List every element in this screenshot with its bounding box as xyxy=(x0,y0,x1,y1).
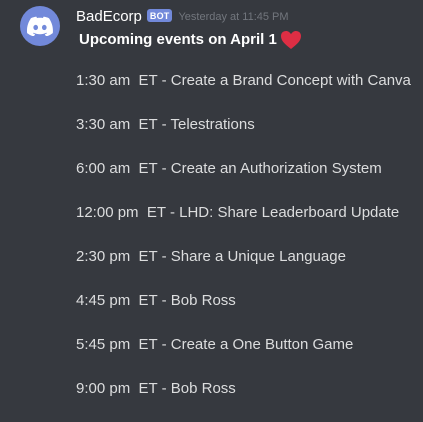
title-text: Upcoming events on April 1 xyxy=(79,30,277,48)
event-item: 1:30 am ET - Create a Brand Concept with… xyxy=(76,72,411,89)
bot-badge: BOT xyxy=(146,8,173,22)
chat-message: BadEcorp BOT Yesterday at 11:45 PM Upcom… xyxy=(0,0,423,405)
event-item: 4:45 pm ET - Bob Ross xyxy=(76,292,236,309)
avatar[interactable] xyxy=(20,6,60,46)
discord-logo-icon xyxy=(27,16,53,36)
event-item: 5:45 pm ET - Create a One Button Game xyxy=(76,336,354,353)
event-item: 12:00 pm ET - LHD: Share Leaderboard Upd… xyxy=(76,204,400,221)
username[interactable]: BadEcorp xyxy=(76,7,142,27)
event-item: 9:00 pm ET - Bob Ross xyxy=(76,380,236,397)
message-header: BadEcorp BOT Yesterday at 11:45 PM xyxy=(76,7,289,27)
event-item: 3:30 am ET - Telestrations xyxy=(76,116,255,133)
timestamp: Yesterday at 11:45 PM xyxy=(178,11,289,23)
red-heart-icon xyxy=(280,31,301,49)
event-list: 1:30 am ET - Create a Brand Concept with… xyxy=(76,70,416,422)
event-item: 2:30 pm ET - Share a Unique Language xyxy=(76,248,346,265)
message-title: Upcoming events on April 1 xyxy=(79,27,302,51)
event-item: 6:00 am ET - Create an Authorization Sys… xyxy=(76,160,382,177)
